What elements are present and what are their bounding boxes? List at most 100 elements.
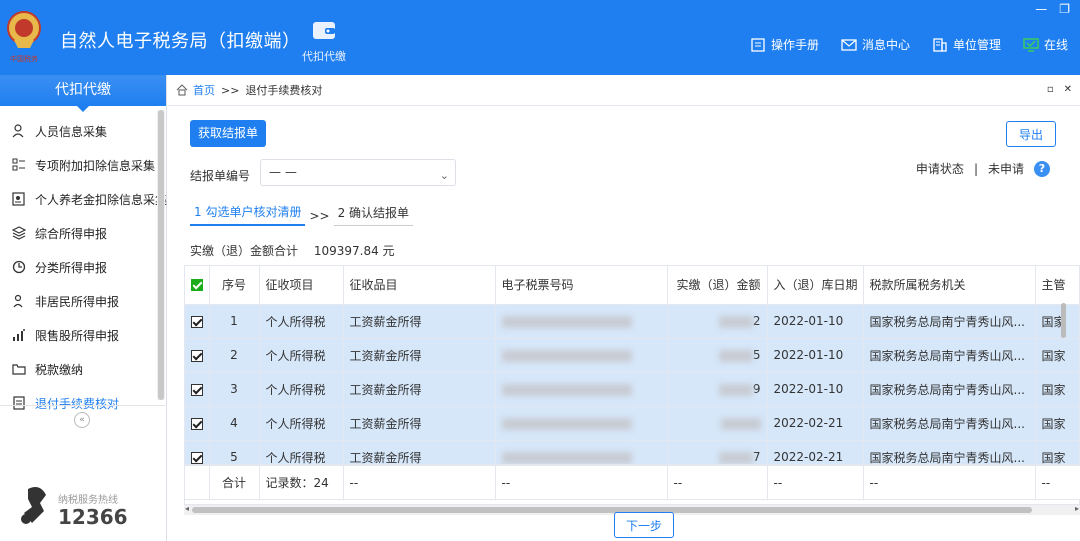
col-header[interactable]: 实缴（退）金额 (667, 266, 768, 305)
scrollbar-thumb[interactable] (158, 110, 164, 400)
tax-emblem-logo: 中国税务 (7, 11, 41, 63)
col-header[interactable]: 电子税票号码 (495, 266, 668, 305)
scrollbar-thumb[interactable] (1061, 303, 1066, 338)
home-icon[interactable] (176, 84, 188, 96)
checkbox-icon (191, 451, 203, 464)
step-select-ledger[interactable]: 1 勾选单户核对清册 (190, 203, 306, 226)
online-status[interactable]: 在线 (1023, 36, 1068, 53)
top-actions: 操作手册 消息中心 单位管理 在线 (750, 36, 1068, 53)
sidebar-item-classified-income[interactable]: 分类所得申报 (0, 250, 166, 284)
unit-management-button[interactable]: 单位管理 (932, 36, 1001, 53)
get-report-button[interactable]: 获取结报单 (190, 120, 267, 147)
cell-item: 个人所得税 (259, 338, 344, 373)
cell-authority: 国家税务总局南宁青秀山风... (863, 406, 1036, 441)
sidebar-item-personnel-info[interactable]: 人员信息采集 (0, 114, 166, 148)
footer-empty-cell (185, 465, 210, 500)
help-icon[interactable]: ? (1034, 160, 1050, 177)
row-checkbox[interactable] (185, 338, 210, 373)
sidebar-item-comprehensive-income[interactable]: 综合所得申报 (0, 216, 166, 250)
chevron-down-icon: ⌄ (439, 169, 449, 182)
scroll-left-icon[interactable]: ◂ (185, 504, 189, 513)
row-checkbox[interactable] (185, 406, 210, 441)
table-vertical-scrollbar[interactable] (1059, 270, 1067, 460)
redacted-amount (718, 349, 753, 362)
col-header[interactable]: 税款所属税务机关 (863, 266, 1036, 305)
sidebar-item-nonresident-income[interactable]: 非居民所得申报 (0, 284, 166, 318)
hotline-box: 纳税服务热线 12366 (18, 483, 158, 533)
redacted-ticket-no (501, 315, 632, 328)
redacted-ticket-no (501, 417, 632, 430)
table-row[interactable]: 3 个人所得税 工资薪金所得 9 2022-01-10 国家税务总局南宁青秀山风… (185, 372, 1079, 407)
person-outline-icon (13, 294, 23, 308)
table-row[interactable]: 2 个人所得税 工资薪金所得 5 2022-01-10 国家税务总局南宁青秀山风… (185, 338, 1079, 373)
close-tab-icon[interactable]: ✕ (1064, 84, 1072, 95)
message-center-button[interactable]: 消息中心 (841, 36, 910, 53)
sidebar-item-label: 个人养老金扣除信息采集 (35, 192, 168, 207)
cell-ticket-no (495, 372, 668, 407)
cell-authority: 国家税务总局南宁青秀山风... (863, 338, 1036, 373)
minimize-icon[interactable]: — (1035, 2, 1047, 16)
module-label: 代扣代缴 (302, 50, 346, 63)
collapse-sidebar-button[interactable]: « (74, 412, 90, 428)
col-header[interactable]: 征收项目 (259, 266, 344, 305)
sidebar-item-special-deduction[interactable]: 专项附加扣除信息采集 (0, 148, 166, 182)
module-withholding[interactable]: 代扣代缴 (300, 18, 348, 64)
footer-record-count: 记录数：24 (259, 465, 344, 500)
export-button[interactable]: 导出 (1006, 121, 1056, 147)
col-header[interactable]: 序号 (209, 266, 260, 305)
cell-manager: 国家 (1035, 406, 1079, 441)
restore-tab-icon[interactable]: ▫ (1047, 84, 1054, 95)
table-row[interactable]: 4 个人所得税 工资薪金所得 2022-02-21 国家税务总局南宁青秀山风..… (185, 406, 1079, 441)
online-monitor-icon (1023, 37, 1039, 52)
cell-sub-item: 工资薪金所得 (343, 304, 496, 339)
breadcrumb-home[interactable]: 首页 (193, 82, 215, 98)
top-header: 中国税务 自然人电子税务局（扣缴端） 代扣代缴 — ❐ 操作手册 消息中心 单位… (0, 0, 1080, 75)
report-no-label: 结报单编号 (190, 169, 251, 183)
window-controls: — ❐ (1035, 2, 1070, 16)
report-no-value: — — (269, 165, 297, 179)
cell-date: 2022-01-10 (767, 304, 864, 339)
footer-placeholder: -- (495, 465, 668, 500)
cell-no: 3 (209, 372, 260, 407)
report-no-select[interactable]: — — ⌄ (260, 159, 456, 186)
cell-amount (667, 406, 768, 441)
logo-text: 中国税务 (10, 54, 38, 63)
redacted-ticket-no (501, 451, 632, 464)
cell-date: 2022-02-21 (767, 406, 864, 441)
cell-item: 个人所得税 (259, 304, 344, 339)
sidebar-item-pension-deduction[interactable]: 个人养老金扣除信息采集 (0, 182, 168, 216)
cell-date: 2022-01-10 (767, 372, 864, 407)
cell-item: 个人所得税 (259, 406, 344, 441)
main-content: 首页 >> 退付手续费核对 ▫ ✕ 获取结报单 导出 结报单编号 — — ⌄ 申… (168, 75, 1080, 541)
cell-amount: 5 (667, 338, 768, 373)
row-checkbox[interactable] (185, 304, 210, 339)
sidebar-scrollbar[interactable] (157, 110, 165, 400)
cell-no: 2 (209, 338, 260, 373)
summary-label: 实缴（退）金额合计 (190, 244, 299, 258)
col-header[interactable]: 入（退）库日期 (767, 266, 864, 305)
redacted-amount (718, 451, 753, 464)
row-checkbox[interactable] (185, 372, 210, 407)
select-all-checkbox[interactable] (185, 266, 210, 305)
hotline-label: 纳税服务热线 (58, 495, 118, 506)
checkbox-icon (191, 315, 203, 328)
cell-ticket-no (495, 338, 668, 373)
next-step-button[interactable]: 下一步 (614, 512, 674, 538)
cell-amount: 9 (667, 372, 768, 407)
cell-no: 4 (209, 406, 260, 441)
sidebar-item-label: 专项附加扣除信息采集 (35, 158, 156, 173)
sidebar-item-restricted-shares[interactable]: 限售股所得申报 (0, 318, 166, 352)
person-icon (12, 124, 24, 138)
restore-icon[interactable]: ❐ (1059, 2, 1070, 16)
table-row[interactable]: 1 个人所得税 工资薪金所得 2 2022-01-10 国家税务总局南宁青秀山风… (185, 304, 1079, 339)
sidebar-item-tax-payment[interactable]: 税款缴纳 (0, 352, 166, 386)
sidebar-item-label: 非居民所得申报 (35, 294, 120, 309)
scroll-right-icon[interactable]: ▸ (1075, 504, 1079, 513)
scrollbar-thumb[interactable] (192, 507, 1032, 513)
col-header[interactable]: 征收品目 (343, 266, 496, 305)
step-confirm-report[interactable]: 2 确认结报单 (333, 204, 414, 226)
amount-tail: 9 (752, 382, 761, 396)
breadcrumb: 首页 >> 退付手续费核对 ▫ ✕ (168, 75, 1080, 106)
col-header[interactable]: 主管 (1035, 266, 1079, 305)
manual-button[interactable]: 操作手册 (750, 36, 819, 53)
